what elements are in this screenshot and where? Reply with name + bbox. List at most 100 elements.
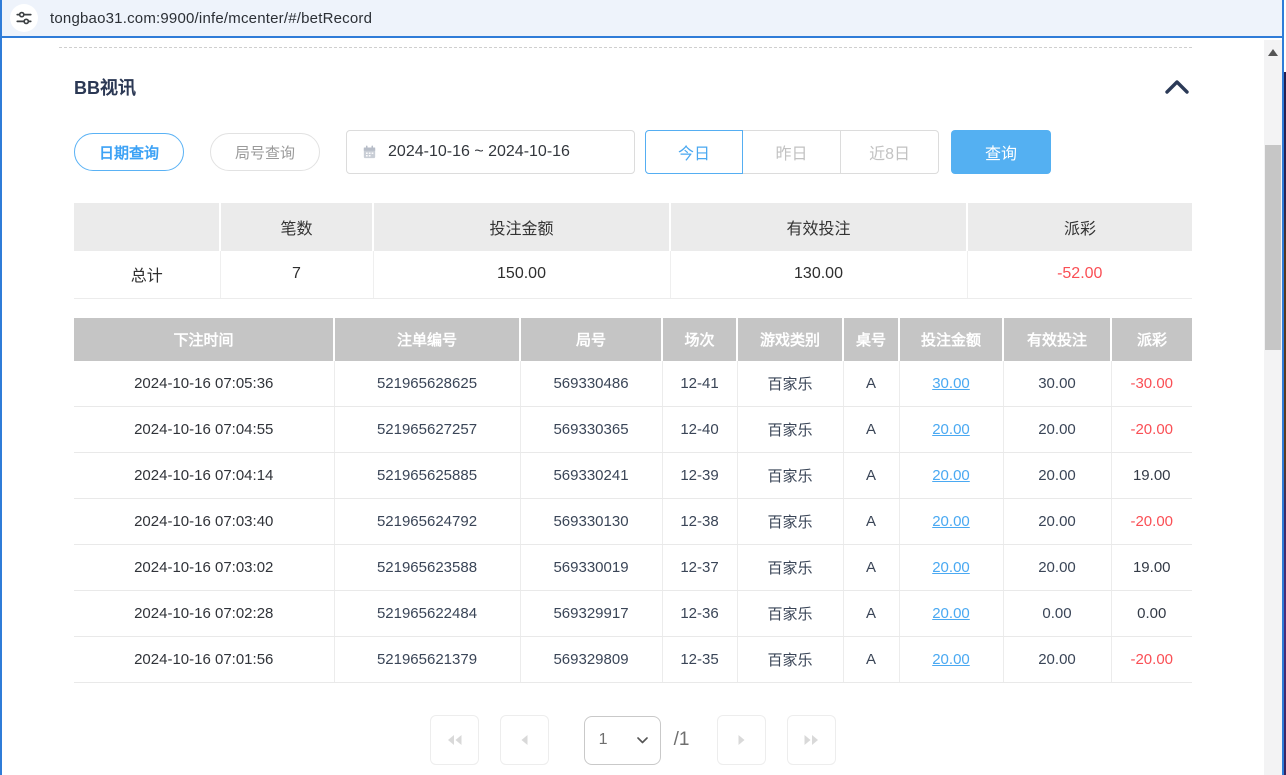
chevron-down-icon <box>637 737 648 744</box>
cell-session: 12-37 <box>662 545 737 591</box>
quick-range-last8days[interactable]: 近8日 <box>841 130 939 174</box>
summary-payout-value: -52.00 <box>967 251 1192 298</box>
next-page-icon <box>737 733 747 747</box>
cell-bet-no: 521965624792 <box>334 499 520 545</box>
bet-amount-link[interactable]: 20.00 <box>932 651 970 668</box>
summary-table: 笔数 投注金额 有效投注 派彩 总计 7 150.00 130.00 -52.0… <box>74 203 1192 299</box>
collapse-button[interactable] <box>1162 77 1192 97</box>
cell-game-type: 百家乐 <box>737 407 843 453</box>
bet-amount-link[interactable]: 20.00 <box>932 421 970 438</box>
search-button[interactable]: 查询 <box>951 130 1051 174</box>
cell-game-type: 百家乐 <box>737 545 843 591</box>
tune-icon <box>15 9 33 27</box>
page-select[interactable]: 1 <box>584 716 661 765</box>
site-settings-button[interactable] <box>10 4 38 32</box>
cell-round-no: 569330019 <box>520 545 662 591</box>
cell-table-no: A <box>843 591 899 637</box>
scrollbar[interactable] <box>1264 40 1282 775</box>
summary-header-blank <box>74 203 220 251</box>
table-row: 2024-10-16 07:03:40 521965624792 5693301… <box>74 499 1192 545</box>
cell-bet-time: 2024-10-16 07:01:56 <box>74 637 334 683</box>
header-game-type: 游戏类别 <box>737 318 843 361</box>
url-text[interactable]: tongbao31.com:9900/infe/mcenter/#/betRec… <box>50 10 372 27</box>
cell-table-no: A <box>843 453 899 499</box>
cell-session: 12-38 <box>662 499 737 545</box>
cell-valid-bet: 20.00 <box>1003 637 1111 683</box>
cell-bet-no: 521965621379 <box>334 637 520 683</box>
table-row: 2024-10-16 07:04:55 521965627257 5693303… <box>74 407 1192 453</box>
chevron-up-icon <box>1164 79 1190 95</box>
cell-valid-bet: 0.00 <box>1003 591 1111 637</box>
summary-header-row: 笔数 投注金额 有效投注 派彩 <box>74 203 1192 251</box>
dashed-divider <box>59 47 1192 48</box>
table-row: 2024-10-16 07:04:14 521965625885 5693302… <box>74 453 1192 499</box>
page-title: BB视讯 <box>74 74 136 100</box>
date-range-input[interactable]: 2024-10-16 ~ 2024-10-16 <box>346 130 635 174</box>
cell-round-no: 569330486 <box>520 361 662 407</box>
cell-payout: 0.00 <box>1111 591 1192 637</box>
header-bet-amount: 投注金额 <box>899 318 1003 361</box>
summary-header-payout: 派彩 <box>967 203 1192 251</box>
last-page-button[interactable] <box>787 715 836 765</box>
cell-round-no: 569330365 <box>520 407 662 453</box>
records-table: 下注时间 注单编号 局号 场次 游戏类别 桌号 投注金额 有效投注 派彩 202… <box>74 318 1192 684</box>
quick-range-group: 今日 昨日 近8日 <box>645 130 939 174</box>
prev-page-button[interactable] <box>500 715 549 765</box>
cell-payout: -30.00 <box>1111 361 1192 407</box>
tab-round-query[interactable]: 局号查询 <box>210 133 320 171</box>
page-select-value: 1 <box>599 731 608 749</box>
header-bet-time: 下注时间 <box>74 318 334 361</box>
page: tongbao31.com:9900/infe/mcenter/#/betRec… <box>0 0 1286 775</box>
scrollbar-up-arrow-icon[interactable] <box>1268 49 1278 56</box>
cell-bet-time: 2024-10-16 07:03:40 <box>74 499 334 545</box>
browser-address-bar[interactable]: tongbao31.com:9900/infe/mcenter/#/betRec… <box>2 0 1282 38</box>
cell-round-no: 569330130 <box>520 499 662 545</box>
tab-date-query[interactable]: 日期查询 <box>74 133 184 171</box>
cell-game-type: 百家乐 <box>737 361 843 407</box>
cell-game-type: 百家乐 <box>737 637 843 683</box>
quick-range-yesterday[interactable]: 昨日 <box>743 130 841 174</box>
cell-payout: -20.00 <box>1111 407 1192 453</box>
first-page-button[interactable] <box>430 715 479 765</box>
cell-table-no: A <box>843 499 899 545</box>
bet-amount-link[interactable]: 20.00 <box>932 605 970 622</box>
cell-bet-time: 2024-10-16 07:04:55 <box>74 407 334 453</box>
cell-session: 12-39 <box>662 453 737 499</box>
summary-total-row: 总计 7 150.00 130.00 -52.00 <box>74 251 1192 298</box>
prev-page-icon <box>519 733 529 747</box>
cell-payout: 19.00 <box>1111 453 1192 499</box>
quick-range-today[interactable]: 今日 <box>645 130 743 174</box>
cell-valid-bet: 20.00 <box>1003 453 1111 499</box>
first-page-icon <box>446 733 463 747</box>
summary-bet-amount-value: 150.00 <box>373 251 670 298</box>
bet-amount-link[interactable]: 20.00 <box>932 467 970 484</box>
table-row: 2024-10-16 07:01:56 521965621379 5693298… <box>74 637 1192 683</box>
bet-amount-link[interactable]: 30.00 <box>932 375 970 392</box>
cell-payout: 19.00 <box>1111 545 1192 591</box>
cell-session: 12-40 <box>662 407 737 453</box>
scrollbar-thumb[interactable] <box>1265 145 1281 350</box>
table-row: 2024-10-16 07:05:36 521965628625 5693304… <box>74 361 1192 407</box>
cell-bet-no: 521965623588 <box>334 545 520 591</box>
cell-session: 12-41 <box>662 361 737 407</box>
bet-amount-link[interactable]: 20.00 <box>932 513 970 530</box>
cell-payout: -20.00 <box>1111 637 1192 683</box>
cell-game-type: 百家乐 <box>737 499 843 545</box>
cell-session: 12-35 <box>662 637 737 683</box>
cell-table-no: A <box>843 361 899 407</box>
cell-round-no: 569330241 <box>520 453 662 499</box>
cell-table-no: A <box>843 545 899 591</box>
header-session: 场次 <box>662 318 737 361</box>
cell-bet-no: 521965622484 <box>334 591 520 637</box>
calendar-icon <box>361 144 378 161</box>
header-bet-no: 注单编号 <box>334 318 520 361</box>
summary-total-label: 总计 <box>74 251 220 298</box>
bet-amount-link[interactable]: 20.00 <box>932 559 970 576</box>
cell-game-type: 百家乐 <box>737 453 843 499</box>
cell-payout: -20.00 <box>1111 499 1192 545</box>
cell-table-no: A <box>843 637 899 683</box>
page-total-label: /1 <box>674 729 690 751</box>
summary-header-bet-amount: 投注金额 <box>373 203 670 251</box>
next-page-button[interactable] <box>717 715 766 765</box>
summary-header-valid-bet: 有效投注 <box>670 203 967 251</box>
